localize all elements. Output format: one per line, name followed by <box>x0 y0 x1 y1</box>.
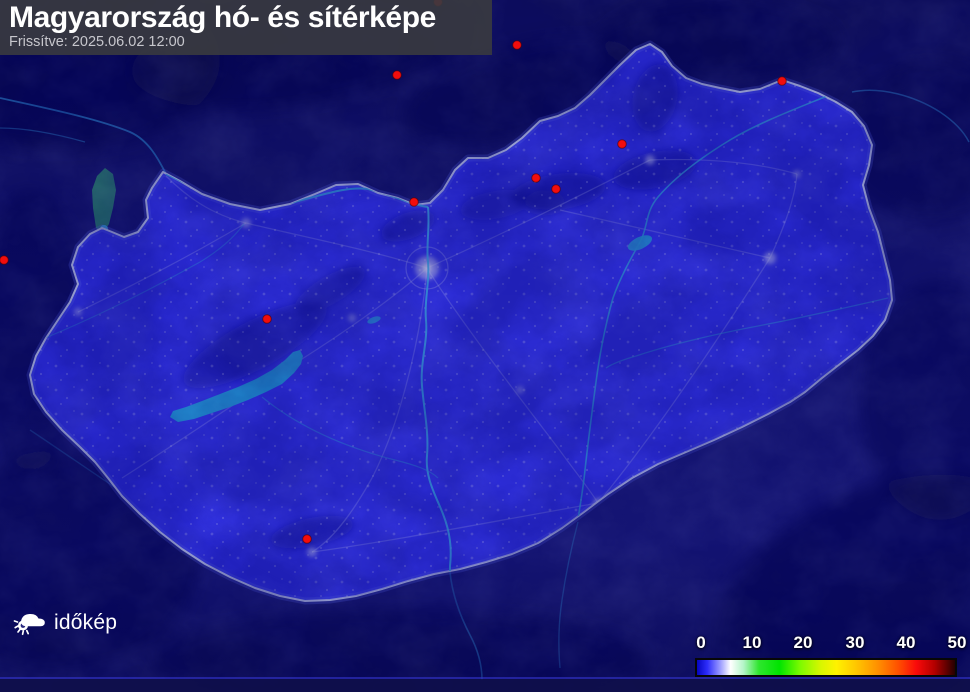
legend-tick-label: 0 <box>696 633 705 653</box>
legend-tick-label: 10 <box>743 633 762 653</box>
title-overlay: Magyarország hó- és sítérképe Frissítve:… <box>0 0 492 55</box>
snow-depth-legend: 0 10 20 30 40 50 <box>690 633 968 683</box>
legend-gradient-bar <box>695 658 957 677</box>
legend-tick-label: 30 <box>846 633 865 653</box>
location-marker[interactable] <box>618 140 627 149</box>
location-marker[interactable] <box>410 198 419 207</box>
map-title: Magyarország hó- és sítérképe <box>9 1 492 34</box>
location-marker[interactable] <box>532 174 541 183</box>
legend-tick-label: 50 <box>948 633 967 653</box>
location-marker[interactable] <box>778 77 787 86</box>
cloud-sun-icon <box>13 609 47 636</box>
location-marker[interactable] <box>393 71 402 80</box>
hungary-snow-map <box>0 0 970 692</box>
location-marker[interactable] <box>303 535 312 544</box>
location-marker[interactable] <box>513 41 522 50</box>
location-marker[interactable] <box>552 185 561 194</box>
snow-map-app: Magyarország hó- és sítérképe Frissítve:… <box>0 0 970 692</box>
legend-tick-label: 40 <box>897 633 916 653</box>
idokep-logo[interactable]: időkép <box>13 609 117 636</box>
idokep-logo-text: időkép <box>54 611 117 635</box>
location-marker[interactable] <box>263 315 272 324</box>
map-updated-timestamp: Frissítve: 2025.06.02 12:00 <box>9 34 492 51</box>
location-marker[interactable] <box>0 256 8 265</box>
legend-tick-label: 20 <box>794 633 813 653</box>
terrain-highlight-overlay <box>0 0 970 692</box>
